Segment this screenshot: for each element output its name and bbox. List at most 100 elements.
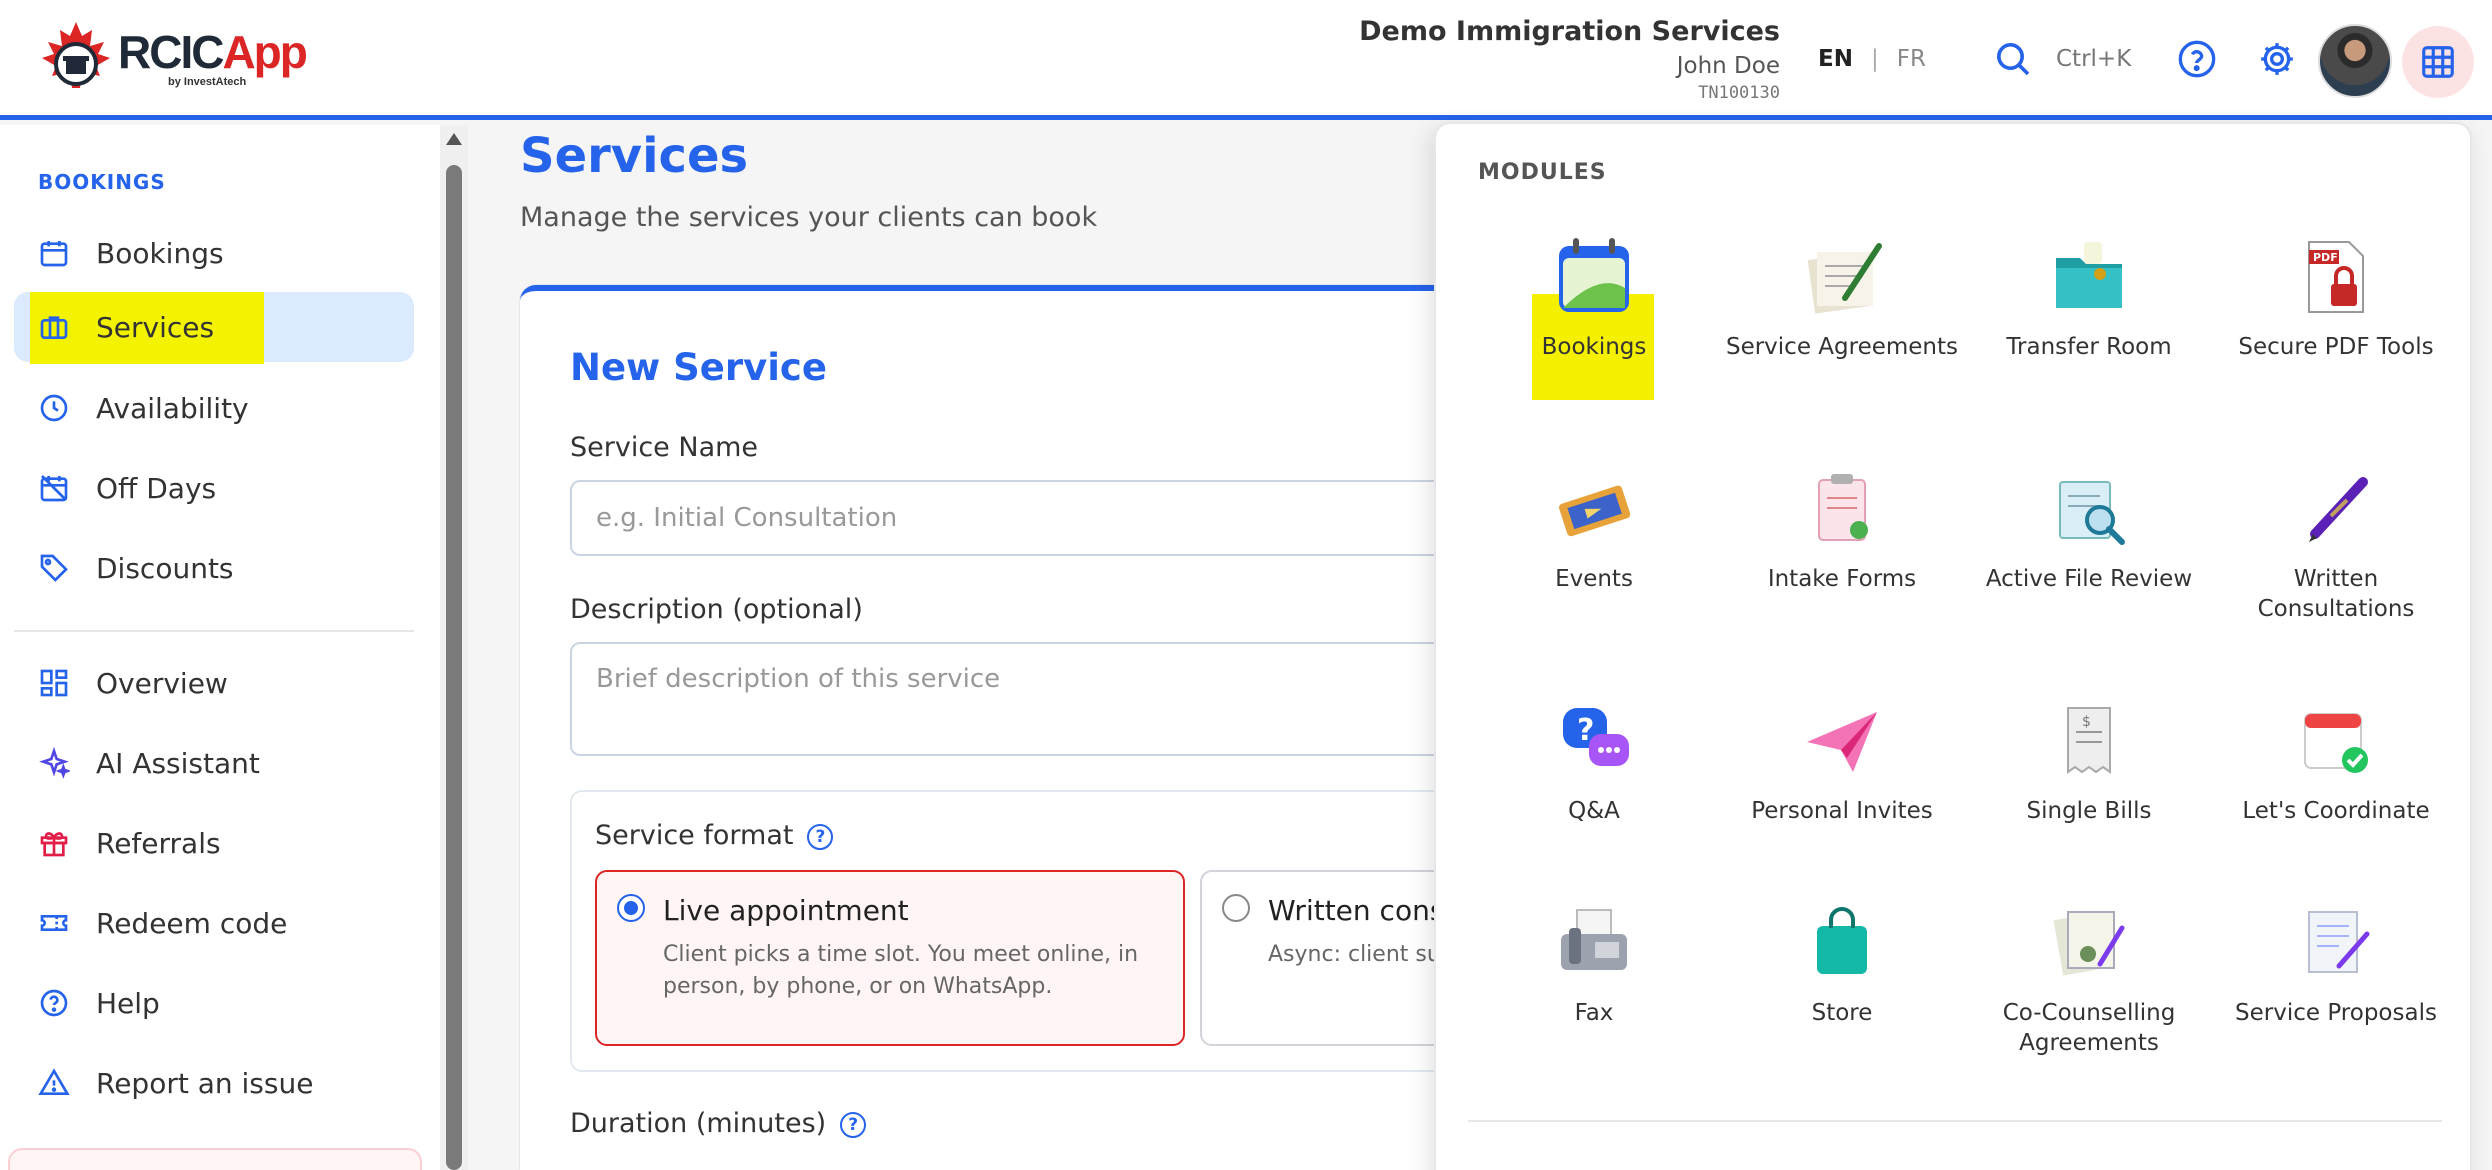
module-service-proposals[interactable]: Service Proposals: [2216, 898, 2456, 1028]
module-transfer-room[interactable]: Transfer Room: [1969, 232, 2209, 362]
proposal-icon: [2308, 911, 2370, 973]
module-label: Bookings: [1541, 334, 1647, 360]
module-fax[interactable]: Fax: [1474, 898, 1714, 1028]
module-label: Co-Counselling Agreements: [2002, 1000, 2176, 1056]
module-q-and-a[interactable]: ? Q&A: [1474, 696, 1714, 826]
logo-subtitle: by InvestAtech: [168, 75, 247, 88]
scroll-thumb[interactable]: [446, 165, 462, 1170]
live-appointment-option[interactable]: Live appointment Client picks a time slo…: [595, 870, 1185, 1046]
search-button[interactable]: [1990, 36, 2036, 82]
module-written-consultations[interactable]: Written Consultations: [2216, 464, 2456, 624]
sidebar-item-help[interactable]: Help: [14, 968, 414, 1038]
sidebar-item-label: Discounts: [96, 551, 234, 585]
modules-divider: [1468, 1120, 2442, 1122]
folder-icon: [2056, 242, 2122, 308]
module-label: Intake Forms: [1767, 566, 1917, 592]
company-name: Demo Immigration Services: [1359, 16, 1780, 47]
settings-button[interactable]: [2254, 36, 2300, 82]
service-format-label-text: Service format: [595, 820, 794, 851]
module-label: Single Bills: [2026, 798, 2152, 824]
modules-dropdown: MODULES Bookings Service Agreements Tran…: [1434, 122, 2472, 1170]
module-bookings[interactable]: Bookings: [1474, 232, 1714, 362]
sidebar-item-referrals[interactable]: Referrals: [14, 808, 414, 878]
sidebar-bottom-card[interactable]: [8, 1148, 422, 1170]
written-consultation-radio[interactable]: [1222, 894, 1250, 922]
module-intake-forms[interactable]: Intake Forms: [1722, 464, 1962, 594]
module-lets-coordinate[interactable]: Let's Coordinate: [2216, 696, 2456, 826]
module-active-file-review[interactable]: Active File Review: [1969, 464, 2209, 594]
top-header: RCICApp by InvestAtech Demo Immigration …: [0, 0, 2492, 120]
clipboard-icon: [1818, 474, 1868, 541]
document-pen-icon: [1807, 243, 1882, 314]
module-label: Personal Invites: [1751, 798, 1933, 824]
form-title: New Service: [570, 346, 827, 389]
sidebar-item-ai-assistant[interactable]: AI Assistant: [14, 728, 414, 798]
help-circle-icon: [2178, 40, 2216, 78]
tag-icon: [40, 554, 68, 582]
live-appointment-desc: Client picks a time slot. You meet onlin…: [663, 942, 1139, 999]
sidebar-item-label: Availability: [96, 391, 249, 425]
module-store[interactable]: Store: [1722, 898, 1962, 1028]
sidebar-item-overview[interactable]: Overview: [14, 648, 414, 718]
service-format-label: Service format?: [595, 820, 834, 851]
module-label: Store: [1811, 1000, 1873, 1026]
ticket-icon: [40, 915, 68, 931]
module-co-counselling-agreements[interactable]: Co-Counselling Agreements: [1969, 898, 2209, 1058]
help-button[interactable]: [2174, 36, 2220, 82]
duration-label: Duration (minutes)?: [570, 1108, 867, 1139]
modules-grid-button[interactable]: [2402, 26, 2474, 98]
sparkle-icon: [39, 747, 70, 779]
module-events[interactable]: Events: [1474, 464, 1714, 594]
clock-icon: [40, 394, 68, 422]
sidebar-item-services[interactable]: Services: [14, 292, 414, 364]
sidebar-item-availability[interactable]: Availability: [14, 373, 414, 443]
module-personal-invites[interactable]: Personal Invites: [1722, 696, 1962, 826]
sidebar-item-bookings[interactable]: Bookings: [14, 218, 414, 288]
sidebar-item-report-issue[interactable]: Report an issue: [14, 1048, 414, 1118]
description-label: Description (optional): [570, 594, 863, 625]
lang-separator: |: [1870, 46, 1879, 72]
module-label: Fax: [1574, 1000, 1614, 1026]
logo-title-rcic: RCIC: [118, 25, 224, 78]
user-avatar[interactable]: [2318, 24, 2392, 98]
calendar-check-icon: [2304, 713, 2368, 773]
sidebar-item-label: Report an issue: [96, 1066, 314, 1100]
duration-label-text: Duration (minutes): [570, 1108, 827, 1139]
module-label: Written Consultations: [2257, 566, 2415, 622]
format-help-icon[interactable]: ?: [807, 823, 834, 850]
lang-en-button[interactable]: EN: [1818, 46, 1853, 72]
module-secure-pdf-tools[interactable]: PDF Secure PDF Tools: [2216, 232, 2456, 362]
sidebar-item-discounts[interactable]: Discounts: [14, 533, 414, 603]
logo-title-app: App: [222, 25, 307, 78]
module-label: Active File Review: [1985, 566, 2193, 592]
module-label: Events: [1555, 566, 1633, 592]
module-label: Secure PDF Tools: [2238, 334, 2434, 360]
dashboard-icon: [40, 669, 68, 697]
search-shortcut: Ctrl+K: [2056, 46, 2132, 72]
live-appointment-radio[interactable]: [617, 894, 645, 922]
module-single-bills[interactable]: $ Single Bills: [1969, 696, 2209, 826]
sidebar-item-label: Off Days: [96, 471, 217, 505]
sidebar-item-label: Redeem code: [96, 906, 288, 940]
scroll-up-arrow-icon[interactable]: [446, 133, 462, 145]
sidebar-item-label: Overview: [96, 666, 228, 700]
sidebar-divider: [14, 630, 414, 632]
app-logo[interactable]: RCICApp by InvestAtech: [36, 18, 308, 98]
sidebar-item-label: Referrals: [96, 826, 221, 860]
modules-heading: MODULES: [1478, 160, 1607, 185]
sidebar-item-label: Services: [96, 310, 215, 344]
gear-icon: [2261, 43, 2293, 75]
module-label: Service Proposals: [2235, 1000, 2437, 1026]
lang-fr-button[interactable]: FR: [1897, 46, 1926, 72]
duration-help-icon[interactable]: ?: [840, 1111, 867, 1138]
warning-icon: [38, 1068, 70, 1095]
sidebar-section-title: BOOKINGS: [38, 170, 166, 194]
sidebar-item-off-days[interactable]: Off Days: [14, 453, 414, 523]
sidebar-scrollbar[interactable]: [440, 125, 468, 1170]
help-circle-icon: [40, 989, 68, 1017]
page-title: Services: [520, 128, 749, 184]
sidebar-item-redeem-code[interactable]: Redeem code: [14, 888, 414, 958]
account-info: Demo Immigration Services John Doe TN100…: [1359, 16, 1780, 103]
bookings-calendar-icon: [1559, 238, 1629, 312]
module-service-agreements[interactable]: Service Agreements: [1722, 232, 1962, 362]
